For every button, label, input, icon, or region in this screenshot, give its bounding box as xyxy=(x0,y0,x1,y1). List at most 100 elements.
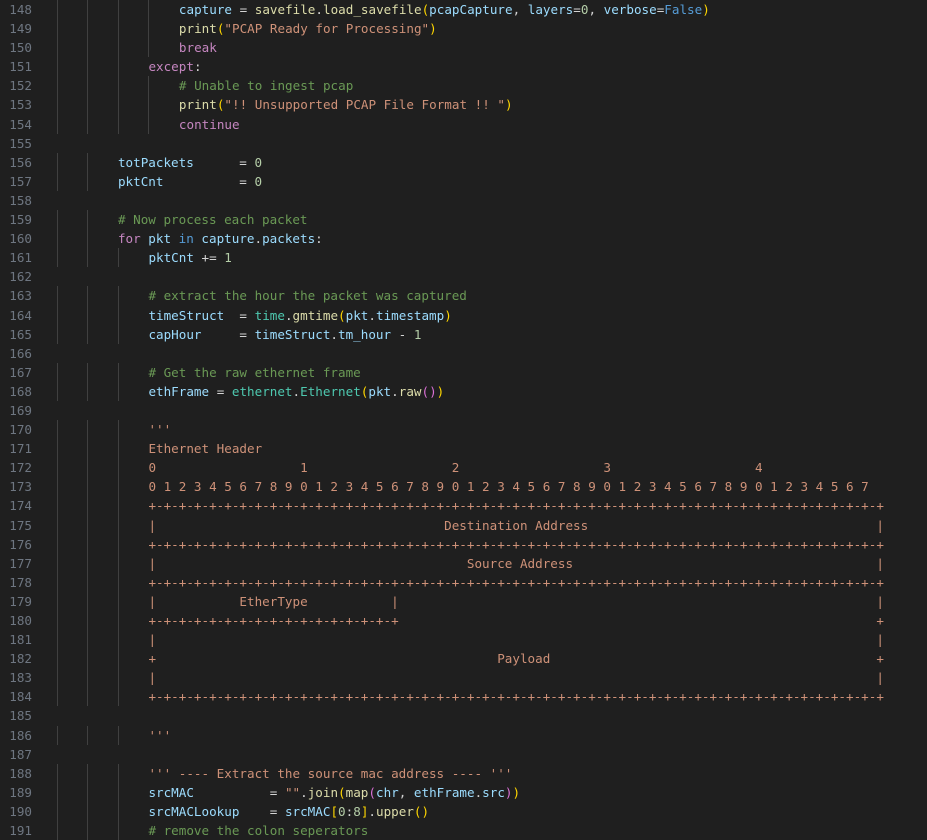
code-line[interactable]: 178 +-+-+-+-+-+-+-+-+-+-+-+-+-+-+-+-+-+-+… xyxy=(0,572,927,592)
code-line[interactable]: 167 # Get the raw ethernet frame xyxy=(0,362,927,382)
indent-guide xyxy=(57,248,58,268)
line-number: 178 xyxy=(9,574,32,590)
indent-guide xyxy=(57,381,58,401)
code-line[interactable]: 169 xyxy=(0,401,927,420)
code-line[interactable]: 162 xyxy=(0,267,927,286)
indent-guide xyxy=(117,687,119,707)
code-line[interactable]: 151 except: xyxy=(0,57,927,77)
indent-guide xyxy=(148,95,150,115)
code-line[interactable]: 158 xyxy=(0,191,927,210)
code-token: [ xyxy=(330,803,339,819)
line-number: 177 xyxy=(9,555,32,571)
code-token: ''' ---- Extract the source mac address … xyxy=(148,765,513,781)
code-line[interactable]: 153 print("!! Unsupported PCAP File Forma… xyxy=(0,95,927,115)
code-line[interactable]: 155 xyxy=(0,134,927,153)
indent-guide xyxy=(117,38,119,58)
code-token: Ethernet Header xyxy=(148,441,263,457)
code-token: . xyxy=(315,2,323,17)
code-text: | | xyxy=(148,668,883,687)
code-line[interactable]: 176 +-+-+-+-+-+-+-+-+-+-+-+-+-+-+-+-+-+-+… xyxy=(0,534,927,554)
code-text: break xyxy=(179,38,217,57)
code-line[interactable]: 156 totPackets = 0 xyxy=(0,152,927,172)
code-line[interactable]: 184 +-+-+-+-+-+-+-+-+-+-+-+-+-+-+-+-+-+-+… xyxy=(0,687,927,707)
code-line[interactable]: 168 ethFrame = ethernet.Ethernet(pkt.raw(… xyxy=(0,381,927,401)
code-line[interactable]: 190 srcMACLookup = srcMAC[0:8].upper() xyxy=(0,801,927,822)
code-token: raw xyxy=(398,383,422,399)
indent-guide xyxy=(57,591,58,611)
code-line[interactable]: 180 +-+-+-+-+-+-+-+-+-+-+-+-+-+-+-+-+ + xyxy=(0,611,927,631)
code-token: srcMAC xyxy=(148,784,194,800)
indent-guide xyxy=(117,801,119,822)
code-text: continue xyxy=(179,115,240,134)
code-line[interactable]: 183 | | xyxy=(0,668,927,688)
code-line[interactable]: 164 timeStruct = time.gmtime(pkt.timestam… xyxy=(0,305,927,325)
line-number: 173 xyxy=(9,479,32,495)
code-line[interactable]: 163 # extract the hour the packet was cap… xyxy=(0,286,927,306)
code-line[interactable]: 160 for pkt in capture.packets: xyxy=(0,229,927,249)
code-line[interactable]: 170 ''' xyxy=(0,420,927,440)
code-editor[interactable]: 148 capture = savefile.load_savefile(pcap… xyxy=(0,0,927,840)
code-text: capHour = timeStruct.tm_hour - 1 xyxy=(148,325,421,344)
line-number: 172 xyxy=(9,460,32,476)
indent-guide xyxy=(117,630,119,650)
code-line[interactable]: 148 capture = savefile.load_savefile(pcap… xyxy=(0,0,927,20)
indent-guide xyxy=(87,19,89,39)
indent-guide xyxy=(57,458,58,478)
code-text: # remove the colon seperators xyxy=(148,821,368,840)
code-line[interactable]: 165 capHour = timeStruct.tm_hour - 1 xyxy=(0,324,927,344)
code-line[interactable]: 161 pktCnt += 1 xyxy=(0,248,927,268)
code-line[interactable]: 185 xyxy=(0,706,927,725)
code-line[interactable]: 175 | Destination Address | xyxy=(0,515,927,535)
code-line[interactable]: 172 0 1 2 3 4 xyxy=(0,458,927,478)
code-line[interactable]: 182 + Payload + xyxy=(0,649,927,669)
line-number: 189 xyxy=(9,784,32,800)
code-text: 0 1 2 3 4 5 6 7 8 9 0 1 2 3 4 5 6 7 8 9 … xyxy=(148,477,868,496)
code-token: ) xyxy=(444,307,452,323)
indent-guide xyxy=(87,534,89,554)
code-text: +-+-+-+-+-+-+-+-+-+-+-+-+-+-+-+-+-+-+-+-… xyxy=(148,535,883,554)
code-line[interactable]: 173 0 1 2 3 4 5 6 7 8 9 0 1 2 3 4 5 6 7 8… xyxy=(0,477,927,497)
indent-guide xyxy=(57,286,58,306)
code-line[interactable]: 159 # Now process each packet xyxy=(0,210,927,230)
code-line[interactable]: 181 | | xyxy=(0,630,927,650)
code-text: for pkt in capture.packets: xyxy=(118,229,323,248)
indent-guide xyxy=(57,95,58,115)
code-token: # Unable to ingest pcap xyxy=(178,78,354,94)
indent-guide xyxy=(117,114,119,134)
code-token: 0 xyxy=(254,173,263,189)
code-text: | Destination Address | xyxy=(148,516,883,535)
code-line[interactable]: 174 +-+-+-+-+-+-+-+-+-+-+-+-+-+-+-+-+-+-+… xyxy=(0,496,927,516)
code-line[interactable]: 189 srcMAC = "".join(map(chr, ethFrame.sr… xyxy=(0,782,927,802)
code-token: layers xyxy=(527,2,574,17)
line-number: 161 xyxy=(9,250,32,266)
code-token: gmtime xyxy=(292,307,339,323)
code-line[interactable]: 179 | EtherType | | xyxy=(0,591,927,611)
code-token: : xyxy=(315,231,323,247)
code-line[interactable]: 191 # remove the colon seperators xyxy=(0,821,927,840)
code-line[interactable]: 150 break xyxy=(0,38,927,58)
code-line[interactable]: 157 pktCnt = 0 xyxy=(0,171,927,191)
indent-guide xyxy=(117,420,119,440)
code-line[interactable]: 154 continue xyxy=(0,114,927,134)
code-line[interactable]: 186 ''' xyxy=(0,725,927,745)
code-line[interactable]: 171 Ethernet Header xyxy=(0,439,927,459)
indent-guide xyxy=(117,477,119,497)
line-number: 148 xyxy=(9,2,32,17)
code-token: ethernet xyxy=(231,383,293,399)
indent-guide xyxy=(87,114,89,134)
code-line[interactable]: 177 | Source Address | xyxy=(0,553,927,573)
code-text: | EtherType | | xyxy=(148,592,883,611)
code-line[interactable]: 188 ''' ---- Extract the source mac addre… xyxy=(0,763,927,783)
code-line[interactable]: 187 xyxy=(0,745,927,764)
line-number: 180 xyxy=(9,613,32,628)
line-number: 165 xyxy=(9,326,32,342)
indent-guide xyxy=(57,553,58,573)
code-line[interactable]: 149 print("PCAP Ready for Processing") xyxy=(0,19,927,39)
indent-guide xyxy=(87,248,89,268)
indent-guide xyxy=(87,420,89,440)
code-line[interactable]: 152 # Unable to ingest pcap xyxy=(0,76,927,96)
indent-guide xyxy=(87,439,89,459)
code-token: . xyxy=(368,307,376,323)
code-token: verbose xyxy=(603,2,657,17)
code-line[interactable]: 166 xyxy=(0,344,927,363)
